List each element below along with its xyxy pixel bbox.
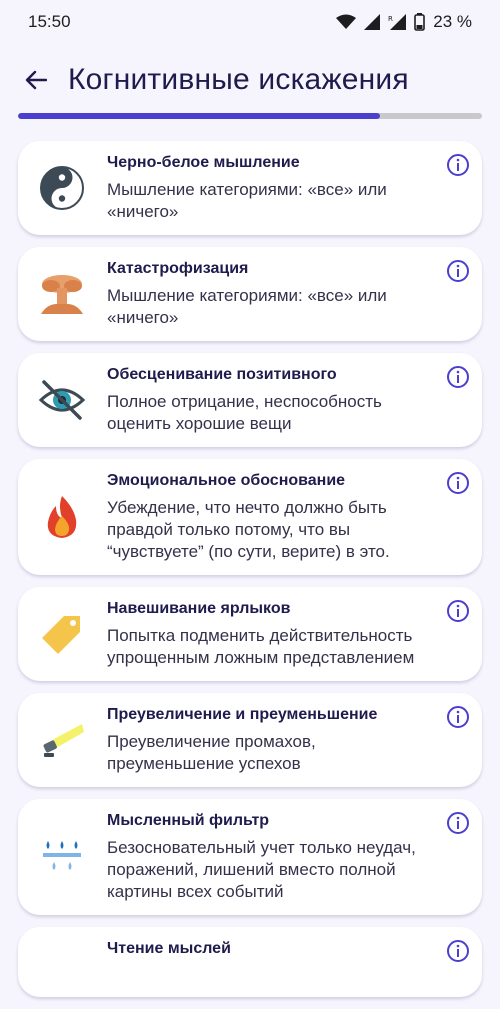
item-description: Безосновательный учет только неудач, пор… <box>107 838 416 901</box>
list-item[interactable]: Эмоциональное обоснование Убеждение, что… <box>18 459 482 575</box>
tag-icon <box>36 608 88 660</box>
item-title: Преувеличение и преуменьшение <box>107 706 378 723</box>
status-time: 15:50 <box>28 12 71 31</box>
item-description: Мышление категориями: «все» или «ничего» <box>107 286 387 327</box>
signal-roaming-icon: R <box>388 14 407 30</box>
item-title: Черно-белое мышление <box>107 154 300 171</box>
progress-bar <box>18 113 482 119</box>
app-bar: Когнитивные искажения <box>0 52 500 108</box>
list-item[interactable]: Навешивание ярлыков Попытка подменить де… <box>18 587 482 681</box>
eye-crossed-icon <box>36 374 88 426</box>
item-title: Навешивание ярлыков <box>107 600 291 617</box>
battery-icon <box>414 13 426 31</box>
info-icon[interactable] <box>446 811 470 835</box>
status-icons: R 23 % <box>336 12 472 32</box>
progress-fill <box>18 113 380 119</box>
item-title: Мысленный фильтр <box>107 812 270 829</box>
info-icon[interactable] <box>446 599 470 623</box>
wifi-icon <box>336 14 357 29</box>
page-title: Когнитивные искажения <box>68 63 409 96</box>
info-icon[interactable] <box>446 705 470 729</box>
item-title: Эмоциональное обоснование <box>107 472 346 489</box>
battery-percent: 23 % <box>433 12 472 31</box>
status-bar: 15:50 R 23 % <box>0 0 500 44</box>
yin-yang-icon <box>36 162 88 214</box>
info-icon[interactable] <box>446 365 470 389</box>
filter-drops-icon <box>36 831 88 883</box>
arrow-left-icon <box>25 70 47 90</box>
signal-icon <box>364 14 381 30</box>
item-description: Полное отрицание, неспособность оценить … <box>107 392 382 433</box>
fire-icon <box>36 491 88 543</box>
flashlight-icon <box>36 714 88 766</box>
svg-text:R: R <box>388 15 393 23</box>
item-title: Катастрофизация <box>107 260 249 277</box>
info-icon[interactable] <box>446 471 470 495</box>
item-description: Мышление категориями: «все» или «ничего» <box>107 180 387 221</box>
list-item[interactable]: Преувеличение и преуменьшение Преувеличе… <box>18 693 482 787</box>
item-description: Попытка подменить действительность упрощ… <box>107 626 415 667</box>
list-item[interactable]: Черно-белое мышление Мышление категориям… <box>18 141 482 235</box>
info-icon[interactable] <box>446 939 470 963</box>
list-item[interactable]: Катастрофизация Мышление категориями: «в… <box>18 247 482 341</box>
item-description: Преувеличение промахов, преуменьшение ус… <box>107 732 316 773</box>
item-title: Чтение мыслей <box>107 940 231 957</box>
explosion-icon <box>36 268 88 320</box>
info-icon[interactable] <box>446 153 470 177</box>
back-button[interactable] <box>16 60 56 100</box>
distortions-list: Черно-белое мышление Мышление категориям… <box>18 141 482 1009</box>
info-icon[interactable] <box>446 259 470 283</box>
list-item[interactable]: Чтение мыслей <box>18 927 482 997</box>
list-item[interactable]: Мысленный фильтр Безосновательный учет т… <box>18 799 482 915</box>
item-title: Обесценивание позитивного <box>107 366 337 383</box>
list-item[interactable]: Обесценивание позитивного Полное отрицан… <box>18 353 482 447</box>
item-description: Убеждение, что нечто должно быть правдой… <box>107 498 390 561</box>
